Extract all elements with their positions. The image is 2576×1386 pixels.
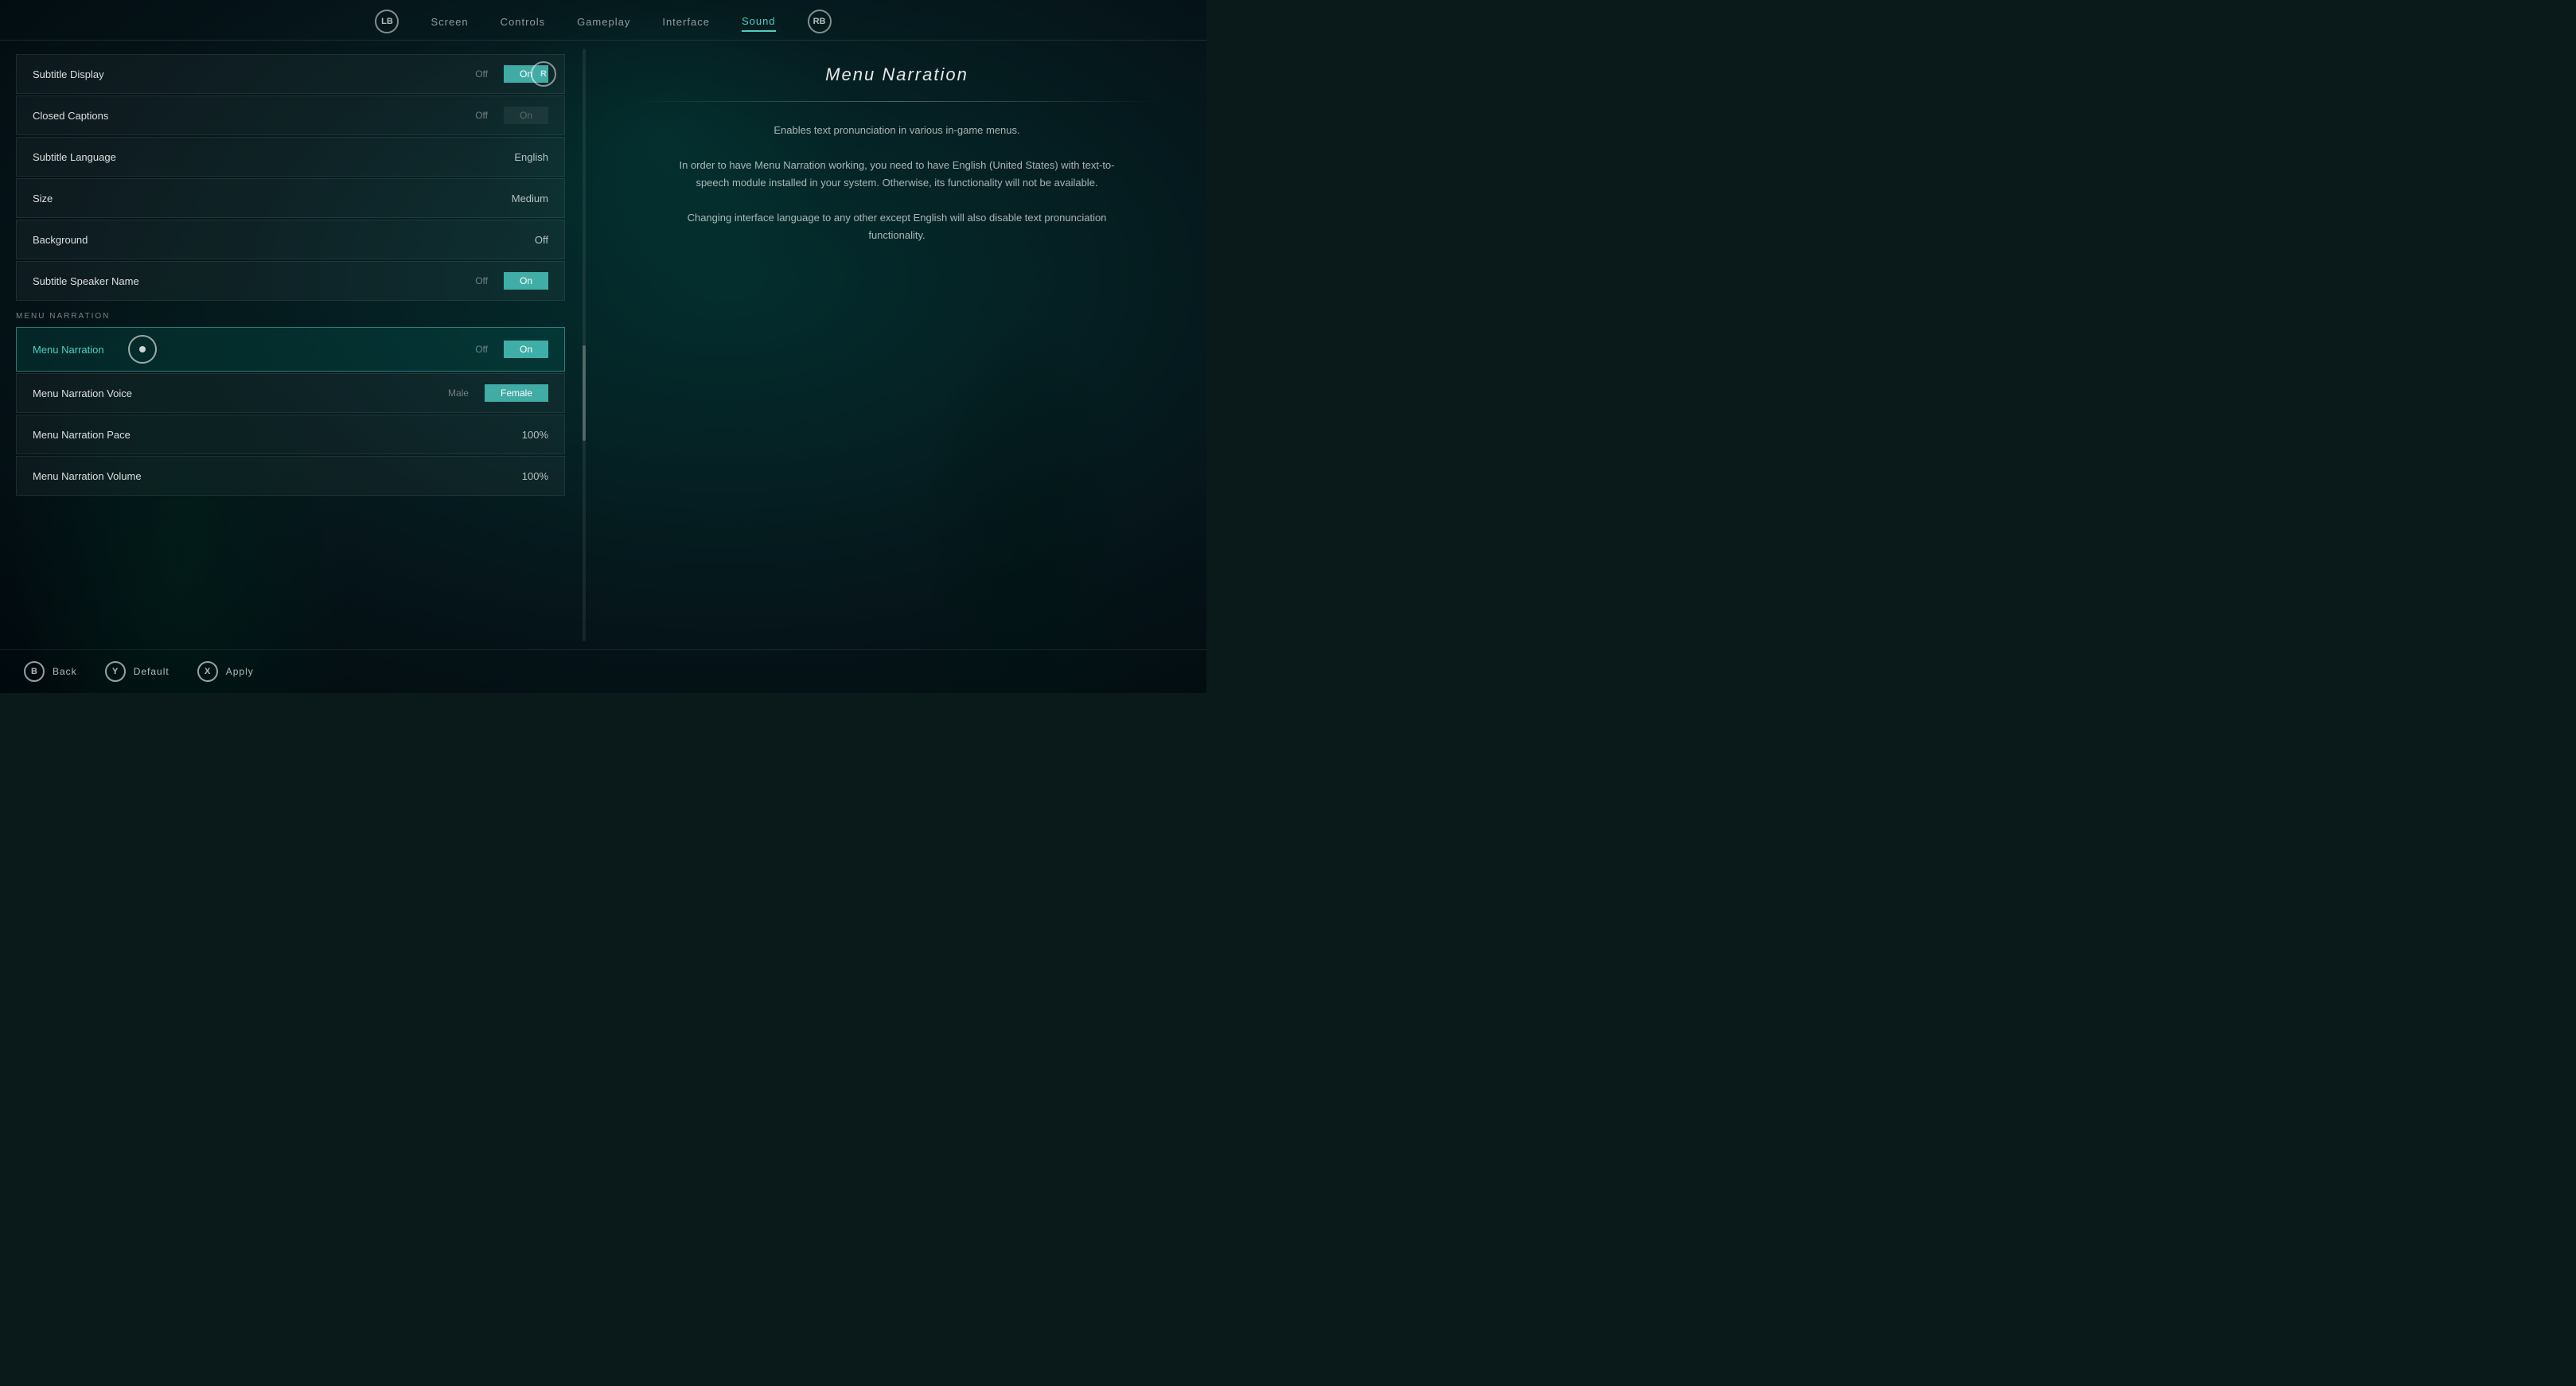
menu-narration-volume-label: Menu Narration Volume [33, 470, 522, 482]
setting-closed-captions[interactable]: Closed Captions Off On [16, 95, 565, 135]
setting-menu-narration-volume[interactable]: Menu Narration Volume 100% [16, 456, 565, 496]
default-button[interactable]: Y Default [105, 661, 170, 682]
menu-narration-toggle[interactable]: Off On [459, 341, 548, 358]
setting-subtitle-speaker-name[interactable]: Subtitle Speaker Name Off On [16, 261, 565, 301]
info-paragraph-1: Enables text pronunciation in various in… [774, 122, 1019, 139]
circle-dot [139, 346, 146, 352]
subtitle-display-off: Off [459, 65, 504, 83]
back-icon: B [24, 661, 45, 682]
menu-narration-pace-value: 100% [522, 429, 548, 441]
default-label: Default [134, 666, 170, 677]
apply-icon: X [197, 661, 218, 682]
rb-button[interactable]: RB [808, 10, 832, 33]
r-circle-button: R [531, 61, 556, 87]
setting-background[interactable]: Background Off [16, 220, 565, 259]
subtitle-speaker-name-label: Subtitle Speaker Name [33, 275, 459, 287]
tab-screen[interactable]: Screen [431, 13, 468, 31]
info-title: Menu Narration [825, 64, 968, 85]
menu-narration-pace-label: Menu Narration Pace [33, 429, 522, 441]
info-paragraph-3: Changing interface language to any other… [666, 209, 1128, 244]
back-label: Back [53, 666, 77, 677]
setting-subtitle-display[interactable]: Subtitle Display Off On R [16, 54, 565, 94]
menu-narration-voice-male: Male [432, 384, 485, 402]
page-content: LB Screen Controls Gameplay Interface So… [0, 0, 1206, 693]
subtitle-speaker-name-toggle[interactable]: Off On [459, 272, 548, 290]
menu-narration-on: On [504, 341, 548, 358]
subtitle-language-value: English [514, 151, 548, 163]
scroll-track [583, 49, 586, 641]
menu-narration-voice-toggle[interactable]: Male Female [432, 384, 548, 402]
scroll-thumb[interactable] [583, 345, 586, 441]
closed-captions-off: Off [459, 107, 504, 124]
setting-menu-narration-voice[interactable]: Menu Narration Voice Male Female [16, 373, 565, 413]
apply-label: Apply [226, 666, 254, 677]
background-label: Background [33, 234, 535, 246]
size-value: Medium [512, 193, 548, 204]
setting-subtitle-language[interactable]: Subtitle Language English [16, 137, 565, 177]
setting-menu-narration-pace[interactable]: Menu Narration Pace 100% [16, 415, 565, 454]
top-navigation: LB Screen Controls Gameplay Interface So… [0, 0, 1206, 41]
subtitle-speaker-name-off: Off [459, 272, 504, 290]
info-divider [635, 101, 1159, 102]
menu-narration-label: Menu Narration [33, 344, 459, 356]
closed-captions-on: On [504, 107, 548, 124]
subtitle-language-label: Subtitle Language [33, 151, 514, 163]
apply-button[interactable]: X Apply [197, 661, 254, 682]
menu-narration-voice-female: Female [485, 384, 548, 402]
menu-narration-off: Off [459, 341, 504, 358]
subtitle-speaker-name-on: On [504, 272, 548, 290]
menu-narration-volume-value: 100% [522, 470, 548, 482]
tab-sound[interactable]: Sound [742, 12, 776, 32]
menu-narration-circle [128, 335, 157, 364]
closed-captions-label: Closed Captions [33, 110, 459, 122]
tab-gameplay[interactable]: Gameplay [577, 13, 630, 31]
right-panel: Menu Narration Enables text pronunciatio… [587, 41, 1206, 649]
tab-controls[interactable]: Controls [501, 13, 545, 31]
size-label: Size [33, 193, 512, 204]
menu-narration-voice-label: Menu Narration Voice [33, 387, 432, 399]
default-icon: Y [105, 661, 126, 682]
setting-menu-narration[interactable]: Menu Narration Off On [16, 327, 565, 372]
menu-narration-section-header: MENU NARRATION [0, 302, 581, 325]
bottom-bar: B Back Y Default X Apply [0, 649, 1206, 693]
subtitle-display-label: Subtitle Display [33, 68, 459, 80]
background-value: Off [535, 234, 548, 246]
setting-size[interactable]: Size Medium [16, 178, 565, 218]
left-panel: Subtitle Display Off On R Closed Caption… [0, 41, 581, 649]
lb-button[interactable]: LB [375, 10, 399, 33]
back-button[interactable]: B Back [24, 661, 77, 682]
main-layout: Subtitle Display Off On R Closed Caption… [0, 41, 1206, 649]
closed-captions-toggle[interactable]: Off On [459, 107, 548, 124]
tab-interface[interactable]: Interface [662, 13, 710, 31]
info-paragraph-2: In order to have Menu Narration working,… [666, 157, 1128, 192]
